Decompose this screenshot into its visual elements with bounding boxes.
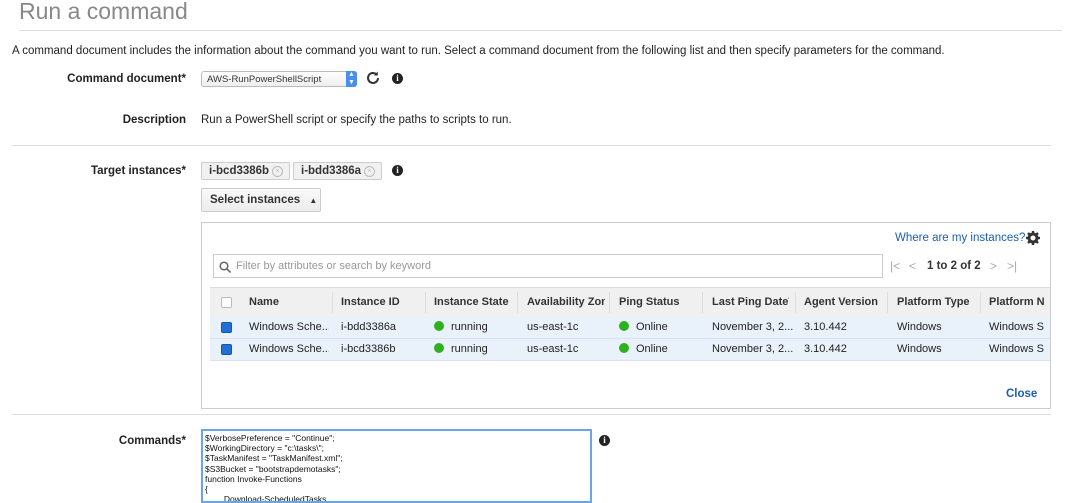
command-document-select[interactable]: AWS-RunPowerShellScript ▲ ▼ <box>201 71 357 87</box>
next-page-icon[interactable]: > <box>990 259 997 273</box>
description-label: Description <box>122 114 186 126</box>
cell-platform-name: Windows Se <box>989 343 1044 355</box>
cell-name: Windows Sche... <box>249 321 329 333</box>
commands-textarea[interactable]: $VerbosePreference = "Continue"; $Workin… <box>201 429 592 503</box>
cell-last-ping: November 3, 2... <box>712 343 794 355</box>
first-page-icon[interactable]: |< <box>890 259 900 273</box>
select-instances-label: Select instances <box>210 194 301 206</box>
column-divider <box>795 292 796 313</box>
where-are-my-instances-link[interactable]: Where are my instances? <box>895 232 1025 244</box>
column-header-instance-state[interactable]: Instance State <box>434 288 520 317</box>
settings-gear-icon[interactable] <box>1026 231 1040 245</box>
intro-text: A command document includes the informat… <box>12 45 945 57</box>
caret-up-icon: ▲ <box>309 196 318 205</box>
section-divider <box>12 145 1051 146</box>
title-divider <box>19 30 1062 31</box>
search-icon <box>219 260 232 274</box>
refresh-icon[interactable] <box>365 70 381 86</box>
target-instances-info-icon[interactable]: i <box>392 165 403 176</box>
column-divider <box>517 292 518 313</box>
commands-info-icon[interactable]: i <box>599 435 610 446</box>
cell-availability-zone: us-east-1c <box>527 321 579 333</box>
column-divider <box>425 292 426 313</box>
cell-platform-type: Windows <box>897 343 942 355</box>
row-checkbox[interactable] <box>221 322 232 333</box>
target-tag-label: i-bcd3386b <box>209 165 270 177</box>
column-header-instance-id[interactable]: Instance ID <box>341 288 421 317</box>
section-divider <box>12 414 1051 415</box>
status-dot-icon <box>434 343 444 353</box>
column-header-platform-type[interactable]: Platform Type <box>897 288 983 317</box>
column-header-agent-version[interactable]: Agent Version <box>804 288 890 317</box>
target-tag-label: i-bdd3386a <box>301 165 362 177</box>
cell-ping-status: Online <box>619 317 699 338</box>
cell-name: Windows Sche... <box>249 343 329 355</box>
select-arrows-icon: ▲ ▼ <box>346 71 357 87</box>
column-header-platform-name[interactable]: Platform Name <box>989 288 1044 317</box>
command-document-label: Command document* <box>67 73 186 85</box>
cell-agent-version: 3.10.442 <box>804 343 847 355</box>
ping-status-text: Online <box>636 321 668 333</box>
column-divider <box>887 292 888 313</box>
instance-state-text: running <box>451 321 488 333</box>
column-header-availability-zone[interactable]: Availability Zone <box>527 288 605 317</box>
target-tag: i-bcd3386b × <box>201 162 290 180</box>
table-row[interactable]: Windows Sche... i-bcd3386b running us-ea… <box>210 339 1050 361</box>
target-instances-label: Target instances* <box>90 165 186 177</box>
remove-tag-icon[interactable]: × <box>272 166 283 177</box>
cell-instance-state: running <box>434 317 514 338</box>
command-document-info-icon[interactable]: i <box>392 73 403 84</box>
pager-text: 1 to 2 of 2 <box>927 260 981 272</box>
last-page-icon[interactable]: >| <box>1007 259 1017 273</box>
row-checkbox[interactable] <box>221 344 232 355</box>
cell-last-ping: November 3, 2... <box>712 321 794 333</box>
column-divider <box>980 292 981 313</box>
column-divider <box>609 292 610 313</box>
cell-instance-id: i-bcd3386b <box>341 343 396 355</box>
ping-status-text: Online <box>636 343 668 355</box>
status-dot-icon <box>434 321 444 331</box>
cell-instance-id: i-bdd3386a <box>341 321 397 333</box>
select-all-checkbox[interactable] <box>221 297 232 308</box>
command-document-value: AWS-RunPowerShellScript <box>207 74 322 85</box>
cell-availability-zone: us-east-1c <box>527 343 579 355</box>
column-header-last-ping[interactable]: Last Ping DateTime <box>712 288 789 317</box>
column-divider <box>702 292 703 313</box>
select-instances-button[interactable]: Select instances ▲ <box>201 188 321 212</box>
cell-instance-state: running <box>434 339 514 360</box>
table-row[interactable]: Windows Sche... i-bdd3386a running us-ea… <box>210 317 1050 339</box>
prev-page-icon[interactable]: < <box>909 259 916 273</box>
column-header-name[interactable]: Name <box>249 288 329 317</box>
description-text: Run a PowerShell script or specify the p… <box>201 114 512 126</box>
instances-panel: Where are my instances? Filter by attrib… <box>201 222 1051 409</box>
instance-filter-input[interactable]: Filter by attributes or search by keywor… <box>213 254 883 278</box>
table-header: Name Instance ID Instance State Availabi… <box>210 287 1050 318</box>
close-panel-link[interactable]: Close <box>1006 388 1037 400</box>
remove-tag-icon[interactable]: × <box>364 166 375 177</box>
cell-agent-version: 3.10.442 <box>804 321 847 333</box>
target-tag: i-bdd3386a × <box>293 162 382 180</box>
cell-ping-status: Online <box>619 339 699 360</box>
status-dot-icon <box>619 321 629 331</box>
status-dot-icon <box>619 343 629 353</box>
commands-label: Commands* <box>118 435 186 447</box>
column-divider <box>332 292 333 313</box>
cell-platform-name: Windows Se <box>989 321 1044 333</box>
cell-platform-type: Windows <box>897 321 942 333</box>
instance-state-text: running <box>451 343 488 355</box>
page-title: Run a command <box>19 0 188 24</box>
column-header-ping-status[interactable]: Ping Status <box>619 288 705 317</box>
